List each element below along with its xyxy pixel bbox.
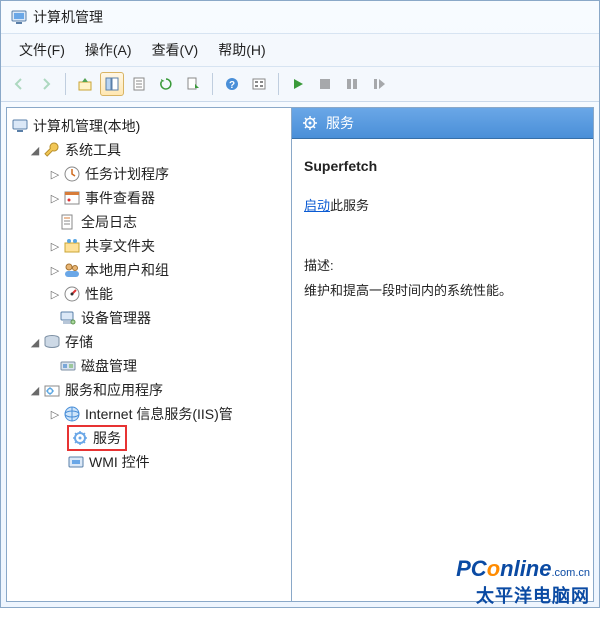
- pane-title: 服务: [326, 113, 354, 133]
- tree-local-users[interactable]: ▷ 本地用户和组: [11, 258, 287, 282]
- show-hide-tree-button[interactable]: [100, 72, 124, 96]
- collapse-icon[interactable]: ◢: [29, 384, 41, 396]
- tree-event-viewer[interactable]: ▷ 事件查看器: [11, 186, 287, 210]
- properties-button[interactable]: [127, 72, 151, 96]
- watermark: PConline.com.cn 太平洋电脑网: [456, 556, 590, 608]
- device-icon: [59, 309, 77, 327]
- start-link[interactable]: 启动: [304, 198, 330, 213]
- tree-wmi[interactable]: WMI 控件: [11, 450, 287, 474]
- tree-iis[interactable]: ▷ Internet 信息服务(IIS)管: [11, 402, 287, 426]
- start-tail: 此服务: [330, 198, 369, 213]
- tree-global-log[interactable]: 全局日志: [11, 210, 287, 234]
- action-pane-button[interactable]: [247, 72, 271, 96]
- tree-services[interactable]: 服务: [11, 426, 287, 450]
- tree-device-manager[interactable]: 设备管理器: [11, 306, 287, 330]
- tree-services-apps[interactable]: ◢ 服务和应用程序: [11, 378, 287, 402]
- users-icon: [63, 261, 81, 279]
- tree-root-label: 计算机管理(本地): [33, 116, 140, 136]
- desc-label: 描述:: [304, 254, 581, 279]
- expand-icon[interactable]: ▷: [49, 408, 61, 420]
- expand-icon[interactable]: ▷: [49, 192, 61, 204]
- up-button[interactable]: [73, 72, 97, 96]
- services-icon: [71, 429, 89, 447]
- menu-file[interactable]: 文件(F): [9, 38, 75, 62]
- tree-task-scheduler[interactable]: ▷ 任务计划程序: [11, 162, 287, 186]
- start-service-line: 启动此服务: [304, 194, 581, 219]
- expand-icon[interactable]: ▷: [49, 264, 61, 276]
- tree-system-tools[interactable]: ◢ 系统工具: [11, 138, 287, 162]
- menu-help[interactable]: 帮助(H): [208, 38, 275, 62]
- start-service-button[interactable]: [286, 72, 310, 96]
- nav-forward-button[interactable]: [34, 72, 58, 96]
- tree-storage-label: 存储: [65, 332, 93, 352]
- menu-action[interactable]: 操作(A): [75, 38, 142, 62]
- export-button[interactable]: [181, 72, 205, 96]
- collapse-icon[interactable]: ◢: [29, 336, 41, 348]
- separator: [278, 73, 279, 95]
- pause-service-button[interactable]: [340, 72, 364, 96]
- expand-icon[interactable]: ▷: [49, 288, 61, 300]
- tree-disk-management[interactable]: 磁盘管理: [11, 354, 287, 378]
- service-name: Superfetch: [304, 153, 581, 180]
- clock-icon: [63, 165, 81, 183]
- tree-root[interactable]: 计算机管理(本地): [11, 114, 287, 138]
- tree-storage[interactable]: ◢ 存储: [11, 330, 287, 354]
- wmi-icon: [67, 453, 85, 471]
- highlight-box: 服务: [67, 425, 127, 451]
- restart-service-button[interactable]: [367, 72, 391, 96]
- nav-back-button[interactable]: [7, 72, 31, 96]
- detail-pane: 服务 Superfetch 启动此服务 描述: 维护和提高一段时间内的系统性能。: [292, 107, 594, 602]
- desc-text: 维护和提高一段时间内的系统性能。: [304, 279, 581, 304]
- app-icon: [11, 9, 27, 25]
- storage-icon: [43, 333, 61, 351]
- tree-sys-label: 系统工具: [65, 140, 121, 160]
- titlebar: 计算机管理: [1, 1, 599, 33]
- pane-header: 服务: [292, 108, 593, 139]
- expand-icon[interactable]: ▷: [49, 168, 61, 180]
- gear-light-icon: [302, 115, 318, 131]
- expand-icon[interactable]: ▷: [49, 240, 61, 252]
- share-icon: [63, 237, 81, 255]
- menu-view[interactable]: 查看(V): [142, 38, 209, 62]
- separator: [212, 73, 213, 95]
- menubar: 文件(F) 操作(A) 查看(V) 帮助(H): [1, 33, 599, 67]
- toolbar: ?: [1, 67, 599, 102]
- tree-pane: 计算机管理(本地) ◢ 系统工具 ▷ 任务计划程序 ▷ 事件查看器 全局日志: [6, 107, 292, 602]
- perf-icon: [63, 285, 81, 303]
- log-icon: [59, 213, 77, 231]
- tree-shared-folders[interactable]: ▷ 共享文件夹: [11, 234, 287, 258]
- event-icon: [63, 189, 81, 207]
- disk-icon: [59, 357, 77, 375]
- wrench-icon: [43, 141, 61, 159]
- iis-icon: [63, 405, 81, 423]
- computer-icon: [11, 117, 29, 135]
- svg-text:?: ?: [229, 80, 235, 91]
- refresh-button[interactable]: [154, 72, 178, 96]
- tree-performance[interactable]: ▷ 性能: [11, 282, 287, 306]
- stop-service-button[interactable]: [313, 72, 337, 96]
- collapse-icon[interactable]: ◢: [29, 144, 41, 156]
- apps-icon: [43, 381, 61, 399]
- help-button[interactable]: ?: [220, 72, 244, 96]
- separator: [65, 73, 66, 95]
- tree-apps-label: 服务和应用程序: [65, 380, 163, 400]
- window-title: 计算机管理: [33, 7, 103, 27]
